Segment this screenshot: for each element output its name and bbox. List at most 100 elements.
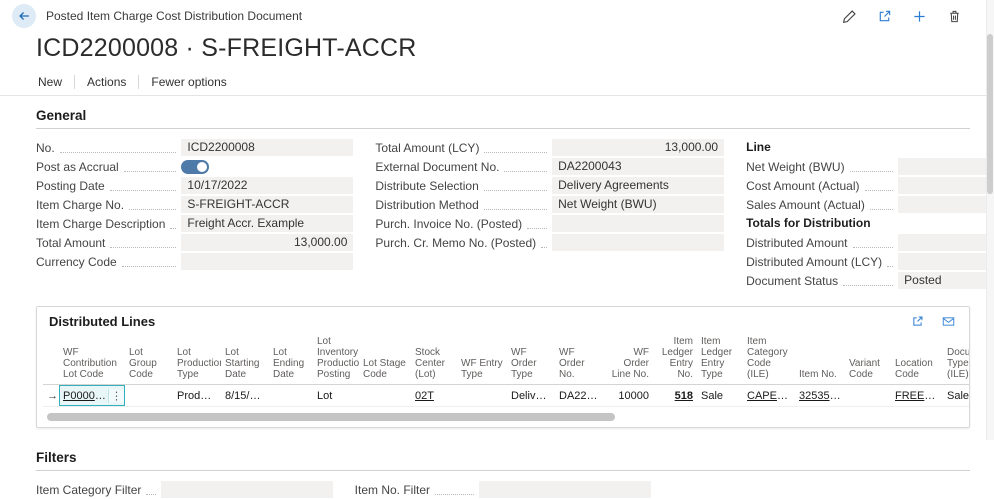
- cell-value: Sale: [701, 390, 723, 402]
- grid-cell[interactable]: Sale: [697, 385, 743, 407]
- dotted-leader: [865, 180, 894, 192]
- delete-button[interactable]: [945, 7, 964, 26]
- field-value[interactable]: DA2200043: [552, 158, 724, 175]
- distributed-lines-actions: [909, 313, 957, 330]
- grid-cell[interactable]: Lot: [313, 385, 359, 407]
- column-header[interactable]: Lot Ending Date: [269, 334, 313, 385]
- field-value[interactable]: [552, 234, 724, 251]
- page-caption: Posted Item Charge Cost Distribution Doc…: [46, 9, 840, 23]
- field-value[interactable]: 13,000.00: [552, 139, 724, 156]
- column-header[interactable]: Location Code: [891, 334, 943, 385]
- cell-value[interactable]: 32535AI0: [799, 390, 845, 402]
- column-header[interactable]: Lot Production Type: [173, 334, 221, 385]
- grid-cell[interactable]: 02T: [411, 385, 457, 407]
- delete-icon: [947, 9, 962, 24]
- column-header[interactable]: WF Entry Type: [457, 334, 507, 385]
- cell-value[interactable]: CAPE-FG: [747, 390, 795, 402]
- grid-cell[interactable]: P0000956⋮: [59, 385, 125, 407]
- action-fewer-options[interactable]: Fewer options: [143, 71, 234, 93]
- grid-cell[interactable]: Sales Shipment: [943, 385, 969, 407]
- action-new[interactable]: New: [30, 71, 70, 93]
- field-row: Document StatusPosted: [746, 271, 994, 290]
- field-value[interactable]: Posted: [898, 272, 994, 289]
- field-column: No.ICD2200008Post as AccrualPosting Date…: [36, 138, 353, 290]
- grid-cell[interactable]: 8/15/2022: [221, 385, 269, 407]
- add-button[interactable]: [910, 7, 929, 26]
- field-column: Item No. Filter: [355, 480, 652, 499]
- grid-cell[interactable]: [125, 385, 173, 407]
- field-value[interactable]: 145,067.40: [898, 177, 994, 194]
- column-header[interactable]: WF Order No.: [555, 334, 605, 385]
- cell-menu-button[interactable]: ⋮: [108, 389, 124, 402]
- field-label: Item Category Filter: [36, 483, 141, 497]
- grid-cell[interactable]: [457, 385, 507, 407]
- general-section-heading[interactable]: General: [36, 100, 970, 129]
- filters-section-heading[interactable]: Filters: [36, 442, 970, 471]
- vertical-scrollbar-thumb[interactable]: [987, 34, 993, 194]
- grid-cell[interactable]: 10000: [605, 385, 653, 407]
- grid-cell[interactable]: Production: [173, 385, 221, 407]
- grid-cell[interactable]: DA2200043: [555, 385, 605, 407]
- dotted-leader: [853, 237, 894, 249]
- grid-cell[interactable]: CAPE-FG: [743, 385, 795, 407]
- column-header[interactable]: Lot Group Code: [125, 334, 173, 385]
- field-value[interactable]: Net Weight (BWU): [552, 196, 724, 213]
- grid-cell[interactable]: [269, 385, 313, 407]
- cell-value[interactable]: FREEZER_01: [895, 390, 943, 402]
- column-header[interactable]: Item Category Code (ILE): [743, 334, 795, 385]
- field-value[interactable]: 10/17/2022: [181, 177, 353, 194]
- column-header[interactable]: Item Ledger Entry No.: [653, 334, 697, 385]
- field-value[interactable]: [181, 253, 353, 270]
- column-header[interactable]: Stock Center (Lot): [411, 334, 457, 385]
- cell-value[interactable]: 518: [675, 390, 693, 402]
- distributed-lines-heading[interactable]: Distributed Lines: [49, 314, 155, 329]
- column-header[interactable]: WF Contribution Lot Code: [59, 334, 125, 385]
- share-icon: [911, 315, 924, 328]
- field-value[interactable]: 13,000.00: [181, 234, 353, 251]
- column-header[interactable]: Document Type (ILE): [943, 334, 969, 385]
- action-bar-separator: [74, 75, 75, 89]
- horizontal-scrollbar-thumb[interactable]: [47, 413, 615, 421]
- field-value[interactable]: 13,000.00: [898, 253, 994, 270]
- grid-cell[interactable]: 518: [653, 385, 697, 407]
- field-value[interactable]: [552, 215, 724, 232]
- cell-value[interactable]: 02T: [415, 390, 434, 402]
- column-header[interactable]: Variant Code: [845, 334, 891, 385]
- column-header[interactable]: Lot Stage Code: [359, 334, 411, 385]
- field-value[interactable]: ICD2200008: [181, 139, 353, 156]
- field-value[interactable]: Delivery Agreements: [552, 177, 724, 194]
- field-row: External Document No.DA2200043: [375, 157, 724, 176]
- field-row: Distributed Amount13,000.00: [746, 233, 994, 252]
- column-header[interactable]: Lot Starting Date: [221, 334, 269, 385]
- cell-value: Delivery Agreements: [511, 390, 555, 402]
- edit-button[interactable]: [840, 7, 859, 26]
- field-value[interactable]: 182,000.00: [898, 196, 994, 213]
- grid-cell[interactable]: [359, 385, 411, 407]
- field-value[interactable]: S-FREIGHT-ACCR: [181, 196, 353, 213]
- horizontal-scrollbar[interactable]: [45, 411, 961, 423]
- column-header[interactable]: WF Order Type: [507, 334, 555, 385]
- column-header[interactable]: WF Order Line No.: [605, 334, 653, 385]
- cell-value[interactable]: P0000956: [63, 390, 113, 402]
- field-label: Purch. Cr. Memo No. (Posted): [375, 236, 536, 250]
- field-value[interactable]: [479, 481, 651, 498]
- field-value[interactable]: [161, 481, 333, 498]
- field-value[interactable]: Freight Accr. Example: [181, 215, 353, 232]
- grid-cell[interactable]: [845, 385, 891, 407]
- grid-cell[interactable]: Delivery Agreements: [507, 385, 555, 407]
- column-header[interactable]: Lot Inventory Production Posting: [313, 334, 359, 385]
- column-header[interactable]: Item No.: [795, 334, 845, 385]
- action-actions[interactable]: Actions: [79, 71, 134, 93]
- vertical-scrollbar[interactable]: [986, 0, 994, 440]
- mail-button[interactable]: [940, 313, 957, 330]
- field-value[interactable]: 26,000.0: [898, 158, 994, 175]
- column-header[interactable]: Item Ledger Entry Type: [697, 334, 743, 385]
- field-value[interactable]: 13,000.00: [898, 234, 994, 251]
- share-button[interactable]: [909, 313, 926, 330]
- grid-cell[interactable]: FREEZER_01: [891, 385, 943, 407]
- grid-cell[interactable]: 32535AI0: [795, 385, 845, 407]
- post-as-accrual-toggle[interactable]: [181, 160, 209, 174]
- share-button[interactable]: [875, 7, 894, 26]
- back-button[interactable]: [12, 4, 36, 28]
- field-row: Post as Accrual: [36, 157, 353, 176]
